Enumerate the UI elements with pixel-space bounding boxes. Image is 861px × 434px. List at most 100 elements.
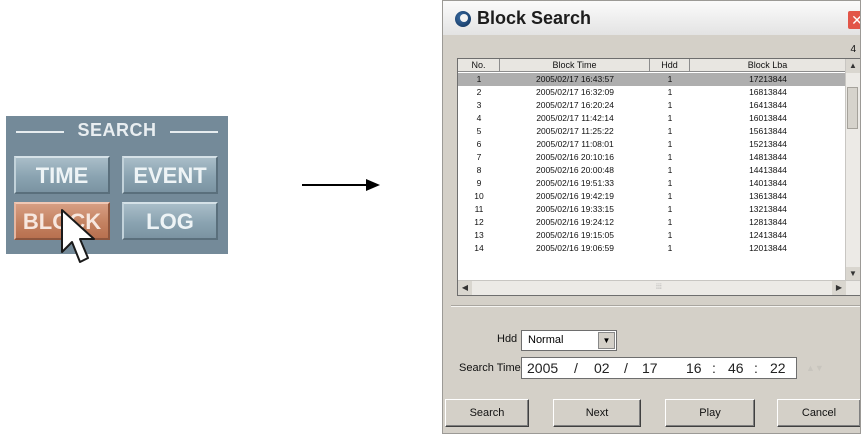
row-hdd: 1 — [667, 87, 673, 97]
row-block-time: 2005/02/16 19:06:59 — [536, 243, 614, 253]
row-no: 2 — [476, 87, 482, 97]
row-block-time: 2005/02/17 16:20:24 — [536, 100, 614, 110]
scroll-right-icon[interactable]: ▶ — [832, 281, 846, 295]
table-row[interactable]: 1 2005/02/17 16:43:57 1 17213844 — [458, 73, 846, 86]
table-row[interactable]: 7 2005/02/16 20:10:16 1 14813844 — [458, 151, 846, 164]
row-no: 12 — [474, 217, 484, 227]
row-block-lba: 14813844 — [749, 152, 787, 162]
row-block-lba: 12413844 — [749, 230, 787, 240]
corner-number: 4 — [850, 44, 856, 55]
table-row[interactable]: 12 2005/02/16 19:24:12 1 12813844 — [458, 216, 846, 229]
block-search-dialog: Block Search ✕ 4 No. Block Time Hdd Bloc… — [442, 0, 861, 434]
row-hdd: 1 — [667, 126, 673, 136]
close-icon[interactable]: ✕ — [848, 11, 860, 29]
log-button[interactable]: LOG — [122, 202, 218, 240]
table-row[interactable]: 2 2005/02/17 16:32:09 1 16813844 — [458, 86, 846, 99]
dialog-titlebar[interactable]: Block Search ✕ — [443, 1, 860, 35]
column-hdd[interactable]: Hdd — [650, 59, 690, 72]
time-button[interactable]: TIME — [14, 156, 110, 194]
column-block-lba[interactable]: Block Lba — [690, 59, 846, 72]
divider — [451, 305, 860, 307]
row-block-time: 2005/02/16 20:00:48 — [536, 165, 614, 175]
second-field[interactable]: 22 — [770, 358, 786, 378]
row-block-time: 2005/02/17 11:08:01 — [536, 139, 614, 149]
scroll-down-icon[interactable]: ▼ — [846, 267, 860, 281]
scroll-thumb[interactable] — [847, 87, 858, 129]
row-hdd: 1 — [667, 191, 673, 201]
row-no: 4 — [476, 113, 482, 123]
month-field[interactable]: 02 — [594, 358, 610, 378]
table-row[interactable]: 4 2005/02/17 11:42:14 1 16013844 — [458, 112, 846, 125]
row-no: 1 — [476, 74, 482, 84]
row-block-time: 2005/02/17 16:43:57 — [536, 74, 614, 84]
list-header: No. Block Time Hdd Block Lba — [458, 59, 846, 72]
event-button[interactable]: EVENT — [122, 156, 218, 194]
hdd-select-value: Normal — [528, 334, 564, 346]
table-row[interactable]: 9 2005/02/16 19:51:33 1 14013844 — [458, 177, 846, 190]
row-block-time: 2005/02/17 11:25:22 — [536, 126, 614, 136]
table-row[interactable]: 11 2005/02/16 19:33:15 1 13213844 — [458, 203, 846, 216]
row-hdd: 1 — [667, 243, 673, 253]
row-no: 5 — [476, 126, 482, 136]
day-field[interactable]: 17 — [642, 358, 658, 378]
column-no[interactable]: No. — [458, 59, 500, 72]
hdd-select[interactable]: Normal ▼ — [521, 330, 617, 351]
search-panel: SEARCH TIME EVENT BLOCK LOG — [6, 116, 228, 254]
table-row[interactable]: 6 2005/02/17 11:08:01 1 15213844 — [458, 138, 846, 151]
row-block-time: 2005/02/16 19:33:15 — [536, 204, 614, 214]
row-block-lba: 16413844 — [749, 100, 787, 110]
row-hdd: 1 — [667, 100, 673, 110]
search-time-field[interactable]: 2005 / 02 / 17 16 : 46 : 22 — [521, 357, 797, 379]
row-block-lba: 15213844 — [749, 139, 787, 149]
time-spinner-icon[interactable]: ▲▼ — [806, 363, 824, 375]
row-block-lba: 16013844 — [749, 113, 787, 123]
row-hdd: 1 — [667, 165, 673, 175]
search-time-label: Search Time : — [459, 362, 527, 374]
table-row[interactable]: 10 2005/02/16 19:42:19 1 13613844 — [458, 190, 846, 203]
table-row[interactable]: 14 2005/02/16 19:06:59 1 12013844 — [458, 242, 846, 255]
year-field[interactable]: 2005 — [527, 358, 558, 378]
table-row[interactable]: 8 2005/02/16 20:00:48 1 14413844 — [458, 164, 846, 177]
row-block-lba: 15613844 — [749, 126, 787, 136]
time-separator: : — [754, 360, 758, 376]
table-row[interactable]: 13 2005/02/16 19:15:05 1 12413844 — [458, 229, 846, 242]
next-button[interactable]: Next — [553, 399, 641, 427]
row-no: 3 — [476, 100, 482, 110]
chevron-down-icon[interactable]: ▼ — [598, 332, 615, 349]
minute-field[interactable]: 46 — [728, 358, 744, 378]
row-hdd: 1 — [667, 74, 673, 84]
row-hdd: 1 — [667, 178, 673, 188]
row-no: 10 — [474, 191, 484, 201]
list-rows: 1 2005/02/17 16:43:57 1 17213844 2 2005/02/17… — [458, 73, 846, 282]
row-block-lba: 12813844 — [749, 217, 787, 227]
scroll-up-icon[interactable]: ▲ — [846, 59, 860, 73]
row-no: 9 — [476, 178, 482, 188]
row-block-time: 2005/02/16 19:15:05 — [536, 230, 614, 240]
row-no: 14 — [474, 243, 484, 253]
horizontal-scrollbar[interactable]: ◀ ⁞⁞⁞ ▶ — [458, 280, 860, 295]
row-hdd: 1 — [667, 217, 673, 227]
row-no: 6 — [476, 139, 482, 149]
cancel-button[interactable]: Cancel — [777, 399, 860, 427]
block-list[interactable]: No. Block Time Hdd Block Lba 1 2005/02/17… — [457, 58, 860, 296]
row-block-time: 2005/02/16 19:42:19 — [536, 191, 614, 201]
row-no: 13 — [474, 230, 484, 240]
row-block-time: 2005/02/16 19:24:12 — [536, 217, 614, 227]
mouse-pointer-icon — [61, 209, 95, 263]
table-row[interactable]: 3 2005/02/17 16:20:24 1 16413844 — [458, 99, 846, 112]
row-hdd: 1 — [667, 152, 673, 162]
search-button[interactable]: Search — [445, 399, 529, 427]
vertical-scrollbar[interactable]: ▲ ▼ — [845, 59, 860, 281]
app-logo-icon — [455, 11, 471, 27]
row-hdd: 1 — [667, 204, 673, 214]
table-row[interactable]: 5 2005/02/17 11:25:22 1 15613844 — [458, 125, 846, 138]
column-block-time[interactable]: Block Time — [500, 59, 650, 72]
row-block-lba: 16813844 — [749, 87, 787, 97]
scroll-left-icon[interactable]: ◀ — [458, 281, 472, 295]
row-no: 7 — [476, 152, 482, 162]
row-hdd: 1 — [667, 230, 673, 240]
play-button[interactable]: Play — [665, 399, 755, 427]
row-block-lba: 17213844 — [749, 74, 787, 84]
row-no: 11 — [474, 204, 484, 214]
hour-field[interactable]: 16 — [686, 358, 702, 378]
